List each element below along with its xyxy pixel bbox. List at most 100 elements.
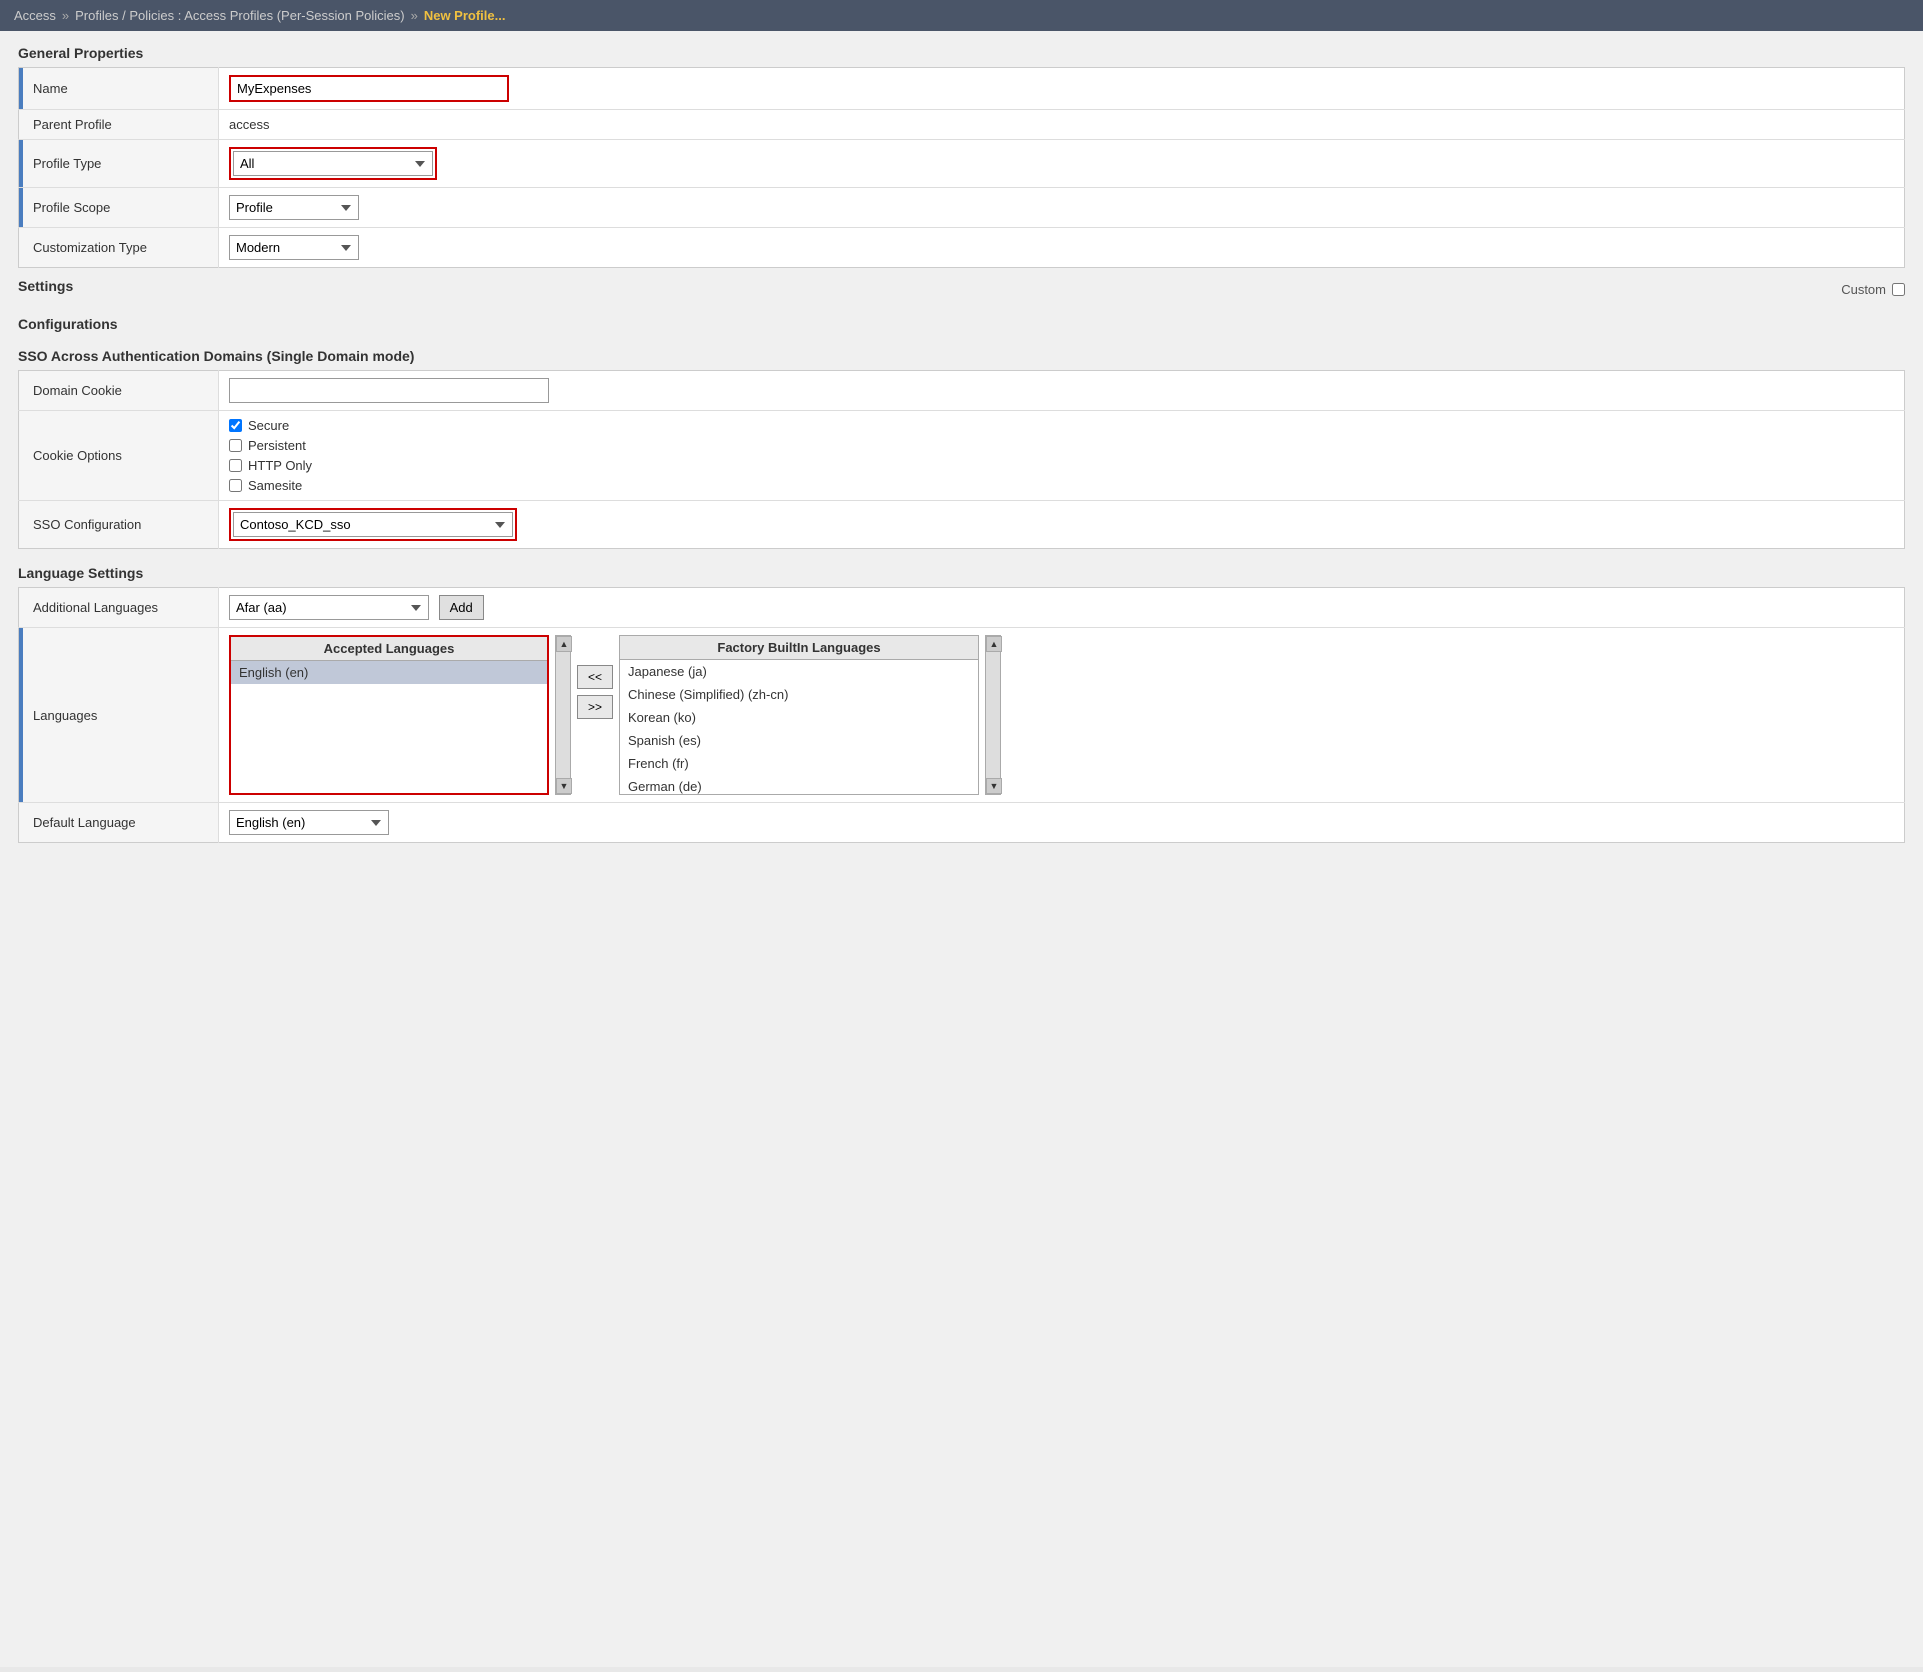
- cookie-samesite-checkbox[interactable]: [229, 479, 242, 492]
- add-language-button[interactable]: Add: [439, 595, 484, 620]
- accepted-scroll-down[interactable]: ▼: [556, 778, 572, 794]
- settings-heading: Settings: [18, 278, 73, 294]
- custom-checkbox[interactable]: [1892, 283, 1905, 296]
- transfer-right-button[interactable]: >>: [577, 695, 613, 719]
- nav-part1: Access: [14, 8, 56, 23]
- default-language-select[interactable]: English (en) Japanese (ja) French (fr): [229, 810, 389, 835]
- parent-profile-value-cell: access: [219, 110, 1905, 140]
- factory-lang-item-japanese[interactable]: Japanese (ja): [620, 660, 978, 683]
- cookie-http-only-label: HTTP Only: [248, 458, 312, 473]
- profile-scope-row: Profile Scope Profile Global Named: [19, 188, 1905, 228]
- top-nav-bar: Access » Profiles / Policies : Access Pr…: [0, 0, 1923, 31]
- sso-section-heading: SSO Across Authentication Domains (Singl…: [18, 348, 1905, 364]
- sso-config-select-wrapper: Contoso_KCD_sso: [229, 508, 517, 541]
- accepted-languages-box: Accepted Languages English (en): [229, 635, 549, 795]
- factory-lang-item-german[interactable]: German (de): [620, 775, 978, 795]
- cookie-secure-checkbox[interactable]: [229, 419, 242, 432]
- default-language-label: Default Language: [19, 803, 219, 843]
- cookie-persistent-checkbox[interactable]: [229, 439, 242, 452]
- languages-value-cell: Accepted Languages English (en) ▲ ▼ << >…: [219, 628, 1905, 803]
- nav-sep2: »: [411, 8, 418, 23]
- name-value-cell: [219, 68, 1905, 110]
- parent-profile-label: Parent Profile: [19, 110, 219, 140]
- sso-config-value-cell: Contoso_KCD_sso: [219, 501, 1905, 549]
- cookie-samesite-item[interactable]: Samesite: [229, 478, 1894, 493]
- factory-scroll-track: [986, 652, 1000, 778]
- cookie-http-only-checkbox[interactable]: [229, 459, 242, 472]
- transfer-left-button[interactable]: <<: [577, 665, 613, 689]
- customization-type-select[interactable]: Modern Standard: [229, 235, 359, 260]
- factory-lang-item-chinese[interactable]: Chinese (Simplified) (zh-cn): [620, 683, 978, 706]
- sso-table: Domain Cookie Cookie Options Secure Pers…: [18, 370, 1905, 549]
- default-language-row: Default Language English (en) Japanese (…: [19, 803, 1905, 843]
- accepted-scroll-up[interactable]: ▲: [556, 636, 572, 652]
- cookie-persistent-item[interactable]: Persistent: [229, 438, 1894, 453]
- sso-config-row: SSO Configuration Contoso_KCD_sso: [19, 501, 1905, 549]
- nav-sep1: »: [62, 8, 69, 23]
- cookie-persistent-label: Persistent: [248, 438, 306, 453]
- profile-type-select-wrapper: All LTM SSL-VPN Modern Webtop: [229, 147, 437, 180]
- profile-type-value-cell: All LTM SSL-VPN Modern Webtop: [219, 140, 1905, 188]
- settings-row: Settings Custom: [18, 278, 1905, 300]
- sso-config-select[interactable]: Contoso_KCD_sso: [233, 512, 513, 537]
- accepted-languages-header: Accepted Languages: [231, 637, 547, 661]
- languages-row: Languages Accepted Languages English (en…: [19, 628, 1905, 803]
- name-row: Name: [19, 68, 1905, 110]
- sso-config-label: SSO Configuration: [19, 501, 219, 549]
- name-input[interactable]: [229, 75, 509, 102]
- custom-label: Custom: [1841, 282, 1886, 297]
- cookie-options-label: Cookie Options: [19, 411, 219, 501]
- general-properties-table: Name Parent Profile access Profile Type …: [18, 67, 1905, 268]
- factory-lang-item-spanish[interactable]: Spanish (es): [620, 729, 978, 752]
- domain-cookie-value-cell: [219, 371, 1905, 411]
- domain-cookie-input[interactable]: [229, 378, 549, 403]
- profile-scope-value-cell: Profile Global Named: [219, 188, 1905, 228]
- factory-scrollbar[interactable]: ▲ ▼: [985, 635, 1001, 795]
- accepted-lang-item-english[interactable]: English (en): [231, 661, 547, 684]
- configurations-heading: Configurations: [18, 316, 1905, 332]
- profile-type-label: Profile Type: [19, 140, 219, 188]
- parent-profile-value: access: [229, 117, 269, 132]
- cookie-secure-item[interactable]: Secure: [229, 418, 1894, 433]
- domain-cookie-label: Domain Cookie: [19, 371, 219, 411]
- languages-dual-list: Accepted Languages English (en) ▲ ▼ << >…: [229, 635, 1894, 795]
- accepted-languages-container: Accepted Languages English (en): [229, 635, 549, 795]
- factory-languages-container: Factory BuiltIn Languages Japanese (ja) …: [619, 635, 979, 795]
- nav-part2: Profiles / Policies : Access Profiles (P…: [75, 8, 404, 23]
- customization-type-label: Customization Type: [19, 228, 219, 268]
- additional-languages-select[interactable]: Afar (aa) Abkhazian (ab) Afrikaans (af): [229, 595, 429, 620]
- custom-checkbox-container: Custom: [1841, 282, 1905, 297]
- language-settings-table: Additional Languages Afar (aa) Abkhazian…: [18, 587, 1905, 843]
- parent-profile-row: Parent Profile access: [19, 110, 1905, 140]
- factory-lang-item-korean[interactable]: Korean (ko): [620, 706, 978, 729]
- default-language-value-cell: English (en) Japanese (ja) French (fr): [219, 803, 1905, 843]
- additional-languages-row: Additional Languages Afar (aa) Abkhazian…: [19, 588, 1905, 628]
- customization-type-value-cell: Modern Standard: [219, 228, 1905, 268]
- profile-scope-select[interactable]: Profile Global Named: [229, 195, 359, 220]
- main-content: General Properties Name Parent Profile a…: [0, 31, 1923, 1667]
- profile-type-row: Profile Type All LTM SSL-VPN Modern Webt…: [19, 140, 1905, 188]
- cookie-samesite-label: Samesite: [248, 478, 302, 493]
- name-label: Name: [19, 68, 219, 110]
- profile-type-select[interactable]: All LTM SSL-VPN Modern Webtop: [233, 151, 433, 176]
- cookie-http-only-item[interactable]: HTTP Only: [229, 458, 1894, 473]
- factory-languages-header: Factory BuiltIn Languages: [620, 636, 978, 660]
- factory-scroll-down[interactable]: ▼: [986, 778, 1002, 794]
- accepted-scrollbar[interactable]: ▲ ▼: [555, 635, 571, 795]
- general-properties-heading: General Properties: [18, 45, 1905, 61]
- languages-label: Languages: [19, 628, 219, 803]
- domain-cookie-row: Domain Cookie: [19, 371, 1905, 411]
- additional-languages-label: Additional Languages: [19, 588, 219, 628]
- language-settings-heading: Language Settings: [18, 565, 1905, 581]
- additional-languages-value-cell: Afar (aa) Abkhazian (ab) Afrikaans (af) …: [219, 588, 1905, 628]
- cookie-secure-label: Secure: [248, 418, 289, 433]
- factory-scroll-up[interactable]: ▲: [986, 636, 1002, 652]
- profile-scope-label: Profile Scope: [19, 188, 219, 228]
- cookie-options-value-cell: Secure Persistent HTTP Only Samesite: [219, 411, 1905, 501]
- factory-lang-item-french[interactable]: French (fr): [620, 752, 978, 775]
- cookie-options-row: Cookie Options Secure Persistent HTTP On…: [19, 411, 1905, 501]
- transfer-buttons-container: << >>: [577, 635, 613, 719]
- nav-part3: New Profile...: [424, 8, 506, 23]
- factory-languages-box: Factory BuiltIn Languages Japanese (ja) …: [619, 635, 979, 795]
- accepted-scroll-track: [556, 652, 570, 778]
